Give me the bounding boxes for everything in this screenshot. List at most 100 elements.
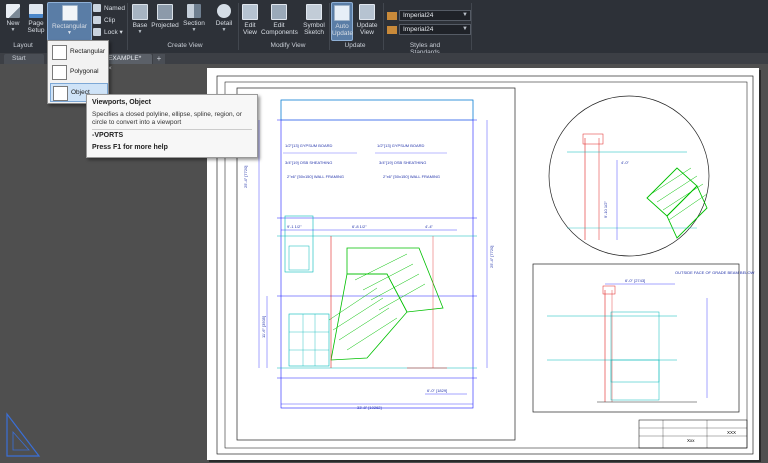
polygon-icon xyxy=(52,65,67,80)
drawing-canvas[interactable]: 25'-4" [7720] 25'-4" [7720] 11'-6" [3505… xyxy=(207,68,759,460)
update-panel-label: Update xyxy=(344,42,366,49)
note-gyp-1: 1/2"[13] GYPSUM BOARD xyxy=(285,143,333,148)
update-view-button[interactable]: Update View xyxy=(355,2,379,36)
ucs-icon xyxy=(6,412,41,457)
detail-rect-viewport xyxy=(532,263,740,413)
page-setup-button[interactable]: Page Setup xyxy=(25,2,47,34)
tab-start-label: Start xyxy=(12,55,26,62)
clip-icon xyxy=(93,16,101,25)
named-viewports-button[interactable]: Named xyxy=(93,4,125,14)
symbol-sketch-icon xyxy=(306,4,322,20)
dim-width-4: 4'-4" xyxy=(425,224,434,229)
auto-update-label: Auto Update xyxy=(332,23,353,37)
tooltip-divider xyxy=(92,129,252,130)
tooltip-description: Specifies a closed polyline, ellipse, sp… xyxy=(92,111,242,126)
edit-view-button[interactable]: Edit View xyxy=(241,2,259,36)
panel-separator xyxy=(329,3,330,50)
menu-item-rectangular[interactable]: Rectangular xyxy=(50,43,106,60)
layout-panel-label: Layout xyxy=(13,42,33,49)
chevron-down-icon: ▼ xyxy=(462,26,468,32)
auto-update-button[interactable]: Auto Update xyxy=(331,2,353,41)
rectangle-icon xyxy=(52,45,67,60)
dim-height-right: 25'-4" [7720] xyxy=(489,246,494,268)
page-setup-icon xyxy=(29,4,43,18)
detail-view-button[interactable]: Detail ▼ xyxy=(213,2,235,34)
section-view-icon xyxy=(187,4,201,18)
lock-button[interactable]: Lock ▾ xyxy=(93,28,123,38)
rectangular-viewport-button[interactable]: Rectangular ▼ xyxy=(47,2,92,41)
dim-bottom-small: 6'-0" [1829] xyxy=(427,388,447,393)
named-label: Named xyxy=(104,5,125,12)
lock-label: Lock xyxy=(104,29,118,36)
new-label: New xyxy=(6,20,20,27)
menu-item-polygonal[interactable]: Polygonal xyxy=(50,63,106,80)
new-layout-button[interactable]: New ▼ xyxy=(4,2,22,34)
modify-view-panel-label: Modify View xyxy=(270,42,306,49)
base-view-button[interactable]: Base ▼ xyxy=(131,2,149,36)
dimension-style-icon xyxy=(387,12,397,20)
layout-paper: 25'-4" [7720] 25'-4" [7720] 11'-6" [3505… xyxy=(207,68,759,460)
dim-detail-width: 6'-0" [2743] xyxy=(625,278,645,283)
dim-top-width: 6'-8 1/2" xyxy=(352,224,367,229)
detail-view-icon xyxy=(217,4,231,18)
edit-view-label: Edit View xyxy=(243,22,257,36)
tooltip-title: Viewports, Object xyxy=(92,99,151,106)
base-view-icon xyxy=(132,4,148,20)
menu-item-label: Rectangular xyxy=(70,48,106,55)
note-osb-1: 3/4"[19] OSB SHEATHING xyxy=(285,160,332,165)
auto-update-icon xyxy=(334,5,350,21)
dim-width-9: 9'-1 1/2" xyxy=(287,224,302,229)
menu-item-label: Polygonal xyxy=(70,68,99,75)
tab-start[interactable]: Start xyxy=(4,54,44,64)
clip-button[interactable]: Clip xyxy=(93,16,115,26)
tooltip-help: Press F1 for more help xyxy=(92,144,168,151)
page-setup-label: Page Setup xyxy=(27,20,45,34)
style-combo-2-value: Imperial24 xyxy=(403,26,434,33)
clip-label: Clip xyxy=(104,17,116,24)
note-outside-face: OUTSIDE FACE OF GRADE BEAM BELOW xyxy=(675,270,755,275)
chevron-down-icon: ▼ xyxy=(462,12,468,18)
tooltip: Viewports, Object Specifies a closed pol… xyxy=(86,94,258,158)
style-combo-2[interactable]: Imperial24 ▼ xyxy=(399,24,471,35)
detail-label: Detail xyxy=(215,20,233,27)
note-wall-1: 2"x6" [50x150] WALL FRAMING xyxy=(287,174,344,179)
object-icon xyxy=(53,86,68,101)
note-osb-2: 3/4"[19] OSB SHEATHING xyxy=(379,160,426,165)
symbol-sketch-label: Symbol Sketch xyxy=(303,22,325,36)
new-layout-icon xyxy=(6,4,20,18)
new-tab-button[interactable]: + xyxy=(153,54,165,64)
text-style-icon xyxy=(387,26,397,34)
rectangular-viewport-icon xyxy=(61,5,78,21)
title-block-sheet: XXX xyxy=(727,430,736,435)
section-label: Section xyxy=(183,20,205,27)
update-view-label: Update View xyxy=(356,22,378,36)
update-view-icon xyxy=(359,4,375,20)
style-combo-1-value: Imperial24 xyxy=(403,12,434,19)
dim-detail-height: 9'-10 1/2" xyxy=(603,201,608,218)
create-view-panel-label: Create View xyxy=(167,42,203,49)
note-gyp-2: 1/2"[13] GYPSUM BOARD xyxy=(377,143,425,148)
named-icon xyxy=(93,4,101,13)
edit-view-icon xyxy=(242,4,258,20)
projected-view-button[interactable]: Projected xyxy=(151,2,179,29)
style-combo-1[interactable]: Imperial24 ▼ xyxy=(399,10,471,21)
dim-bottom-width: 33'-8" [10262] xyxy=(357,405,382,410)
symbol-sketch-button[interactable]: Symbol Sketch xyxy=(302,2,326,36)
base-label: Base xyxy=(132,22,148,29)
edit-components-icon xyxy=(271,4,287,20)
rectangular-label: Rectangular xyxy=(51,23,88,30)
detail-circle-viewport xyxy=(548,95,710,257)
projected-label: Projected xyxy=(151,22,179,29)
tab-drawing-label: EXAMPLE* xyxy=(108,55,142,62)
dim-detail-small: 4'-0" xyxy=(621,160,630,165)
panel-separator xyxy=(238,3,239,50)
edit-components-button[interactable]: Edit Components xyxy=(261,2,298,36)
dim-height-left: 25'-4" [7720] xyxy=(243,166,248,188)
file-tab-bar: Start EXAMPLE* × + xyxy=(0,53,768,72)
panel-separator xyxy=(471,3,472,50)
tooltip-command: -VPORTS xyxy=(92,132,124,139)
note-wall-2: 2"x6" [50x150] WALL FRAMING xyxy=(383,174,440,179)
panel-separator xyxy=(127,3,128,50)
section-view-button[interactable]: Section ▼ xyxy=(182,2,206,34)
panel-separator xyxy=(383,3,384,50)
